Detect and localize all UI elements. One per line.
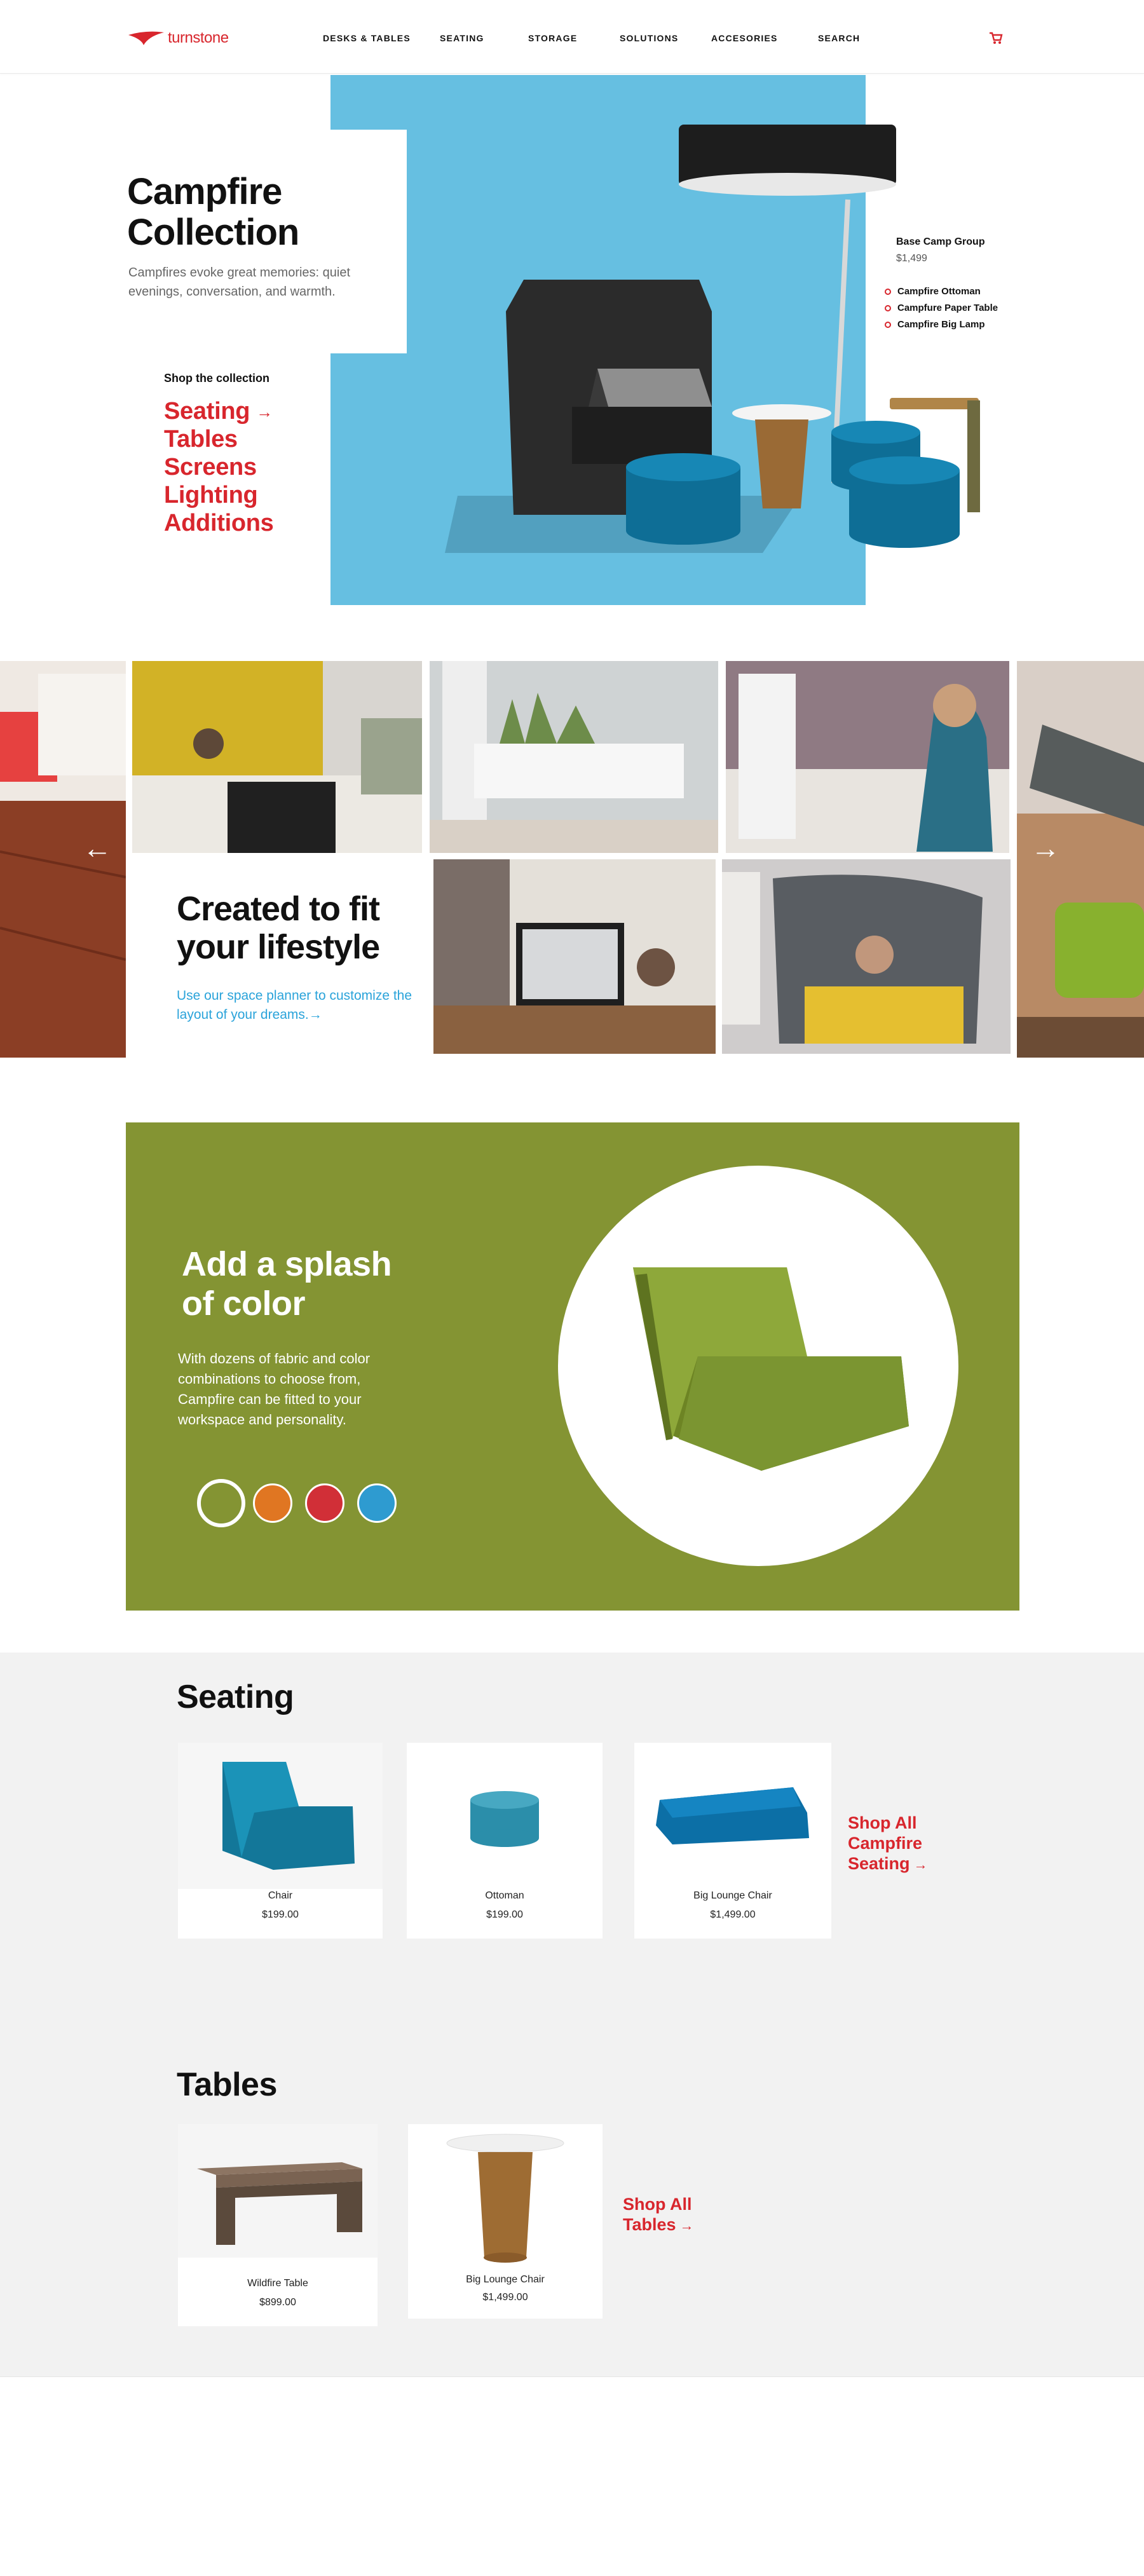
color-splash-section: Add a splash of color With dozens of fab… [126,1122,1019,1611]
product-price: $1,499.00 [710,1909,756,1920]
arrow-right-icon: → [913,1857,928,1872]
nav-search[interactable]: SEARCH [818,33,860,43]
product-name: Big Lounge Chair [466,2274,545,2285]
product-part-ottoman[interactable]: Campfire Ottoman [885,286,981,297]
lifestyle-title: Created to fit your lifestyle [177,890,380,966]
teal-ottoman-image [470,1791,539,1847]
site-header: turnstone DESKS & TABLES SEATING STORAGE… [0,0,1144,74]
gallery-photo-meeting-screen [433,859,716,1054]
turnstone-logo[interactable]: turnstone [127,25,229,51]
hotspot-icon [885,288,891,295]
product-card-chair[interactable]: Chair $199.00 [178,1743,383,1939]
collection-link-seating-label: Seating [164,398,250,425]
part-label: Campfire Ottoman [897,286,981,297]
shop-all-seating-link[interactable]: Shop All Campfire Seating → [848,1813,928,1875]
hotspot-icon [885,321,891,328]
nav-desks-tables[interactable]: DESKS & TABLES [323,33,411,43]
arrow-left-icon[interactable]: ← [81,831,113,864]
part-label: Campfire Big Lamp [897,319,985,330]
splash-title: Add a splash of color [182,1245,392,1323]
product-card-big-lounge-chair[interactable]: Big Lounge Chair $1,499.00 [634,1743,831,1939]
campfire-furniture-image [445,125,980,553]
wildfire-table-image [178,2124,378,2258]
product-name: Chair [268,1890,293,1901]
product-group-name: Base Camp Group [896,236,985,247]
collection-link-seating[interactable]: Seating → [164,398,273,425]
tables-title: Tables [177,2066,277,2103]
product-card-big-lounge-table[interactable]: Big Lounge Chair $1,499.00 [408,2124,603,2319]
logo-wordmark: turnstone [168,29,229,46]
hotspot-icon [885,304,891,311]
hero-description: Campfires evoke great memories: quiet ev… [128,266,351,299]
product-group-price: $1,499 [896,253,927,264]
arrow-right-icon: → [256,402,273,422]
nav-solutions[interactable]: SOLUTIONS [620,33,678,43]
product-part-big-lamp[interactable]: Campfire Big Lamp [885,319,985,330]
green-chair-image [633,1267,909,1471]
arrow-right-icon: → [679,2218,694,2233]
hero-title: Campfire Collection [127,171,299,253]
product-price: $199.00 [262,1909,299,1920]
color-swatch-orange[interactable] [253,1483,292,1523]
seating-title: Seating [177,1679,294,1715]
collection-link-additions[interactable]: Additions [164,510,274,537]
collection-link-screens[interactable]: Screens [164,454,257,481]
product-card-ottoman[interactable]: Ottoman $199.00 [407,1743,603,1939]
shop-all-seating-label: Shop All Campfire Seating [848,1813,923,1873]
product-price: $899.00 [259,2297,296,2308]
space-planner-link[interactable]: Use our space planner to customize the l… [177,986,418,1025]
product-part-paper-table[interactable]: Campfure Paper Table [885,303,998,313]
collection-link-tables[interactable]: Tables [164,426,238,453]
product-name: Ottoman [485,1890,524,1901]
color-swatch-green[interactable] [197,1479,245,1527]
product-name: Wildfire Table [247,2278,308,2289]
arrow-right-icon[interactable]: → [1030,831,1061,864]
product-price: $1,499.00 [482,2292,528,2303]
part-label: Campfure Paper Table [897,303,998,313]
product-name: Big Lounge Chair [693,1890,772,1901]
color-swatch-red[interactable] [305,1483,344,1523]
chair-spotlight [558,1166,958,1566]
logo-swoosh-icon [128,31,164,45]
splash-description: With dozens of fabric and color combinat… [178,1351,371,1428]
product-price: $199.00 [486,1909,523,1920]
gallery-photo-pod-yellow [722,859,1011,1054]
teal-chair-image [178,1743,383,1889]
shop-all-tables-link[interactable]: Shop All Tables → [623,2194,694,2236]
gallery-photo-man-laptop [726,661,1009,853]
nav-seating[interactable]: SEATING [440,33,484,43]
blue-lounge-image [656,1787,809,1844]
nav-accessories[interactable]: ACCESORIES [711,33,778,43]
nav-storage[interactable]: STORAGE [528,33,577,43]
color-swatch-blue[interactable] [357,1483,397,1523]
gallery-photo-planter [430,661,718,853]
collection-link-lighting[interactable]: Lighting [164,482,258,509]
campfire-table-image [446,2134,564,2263]
gallery-photo-office-yellow [132,661,422,853]
product-card-wildfire-table[interactable]: Wildfire Table $899.00 [178,2124,378,2326]
shop-collection-label: Shop the collection [164,372,270,385]
shopping-cart-icon[interactable] [989,32,1003,44]
